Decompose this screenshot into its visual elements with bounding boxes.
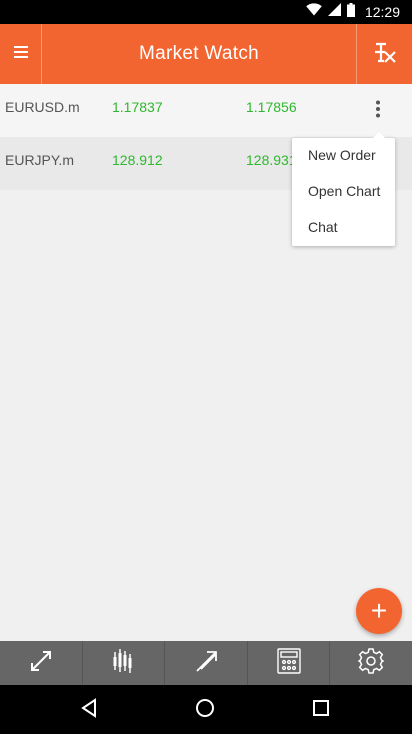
recents-button[interactable]: [308, 697, 334, 723]
menu-item-new-order[interactable]: New Order: [292, 142, 395, 178]
back-triangle-icon: [80, 697, 98, 723]
plus-icon: +: [370, 595, 388, 626]
symbol-label: EURJPY.m: [5, 152, 74, 168]
chart-icon: [112, 648, 134, 679]
popup-arrow: [373, 132, 385, 138]
page-title: Market Watch: [138, 43, 260, 64]
ask-price: 1.17856: [246, 99, 297, 115]
context-menu: New Order Open Chart Chat: [292, 132, 395, 246]
home-circle-icon: [195, 698, 215, 723]
system-nav-bar: [0, 685, 412, 734]
back-button[interactable]: [76, 697, 102, 723]
more-options-button[interactable]: [362, 94, 394, 126]
battery-icon: [346, 2, 355, 22]
menu-item-chat[interactable]: Chat: [292, 214, 395, 250]
quote-row[interactable]: EURUSD.m 1.17837 1.17856: [0, 84, 412, 137]
toolbar-chart-button[interactable]: [83, 641, 166, 685]
bid-price: 128.912: [112, 152, 163, 168]
cell-signal-icon: [327, 3, 341, 21]
symbol-label: EURUSD.m: [5, 99, 80, 115]
toolbar-fullscreen-button[interactable]: [0, 641, 83, 685]
status-bar: 12:29: [0, 0, 412, 24]
add-symbol-button[interactable]: +: [356, 588, 402, 634]
symbols-button[interactable]: [356, 24, 412, 84]
status-time: 12:29: [364, 4, 400, 20]
ask-price: 128.931: [246, 152, 297, 168]
recents-square-icon: [312, 699, 330, 722]
settings-icon: [357, 647, 385, 679]
fullscreen-icon: [29, 649, 53, 678]
wifi-icon: [306, 3, 322, 21]
symbols-icon: [372, 40, 398, 69]
hamburger-menu-icon: [13, 45, 28, 63]
home-button[interactable]: [192, 697, 218, 723]
menu-item-open-chart[interactable]: Open Chart: [292, 178, 395, 214]
menu-button[interactable]: [0, 24, 42, 84]
calculator-icon: [276, 647, 301, 679]
toolbar-trade-button[interactable]: [165, 641, 248, 685]
app-bar: Market Watch: [0, 24, 412, 84]
status-icons: 12:29: [306, 0, 400, 24]
more-vert-icon: [375, 100, 381, 121]
toolbar-settings-button[interactable]: [330, 641, 412, 685]
trade-icon: [194, 649, 218, 678]
bid-price: 1.17837: [112, 99, 163, 115]
bottom-toolbar: [0, 641, 412, 685]
toolbar-calculator-button[interactable]: [248, 641, 331, 685]
